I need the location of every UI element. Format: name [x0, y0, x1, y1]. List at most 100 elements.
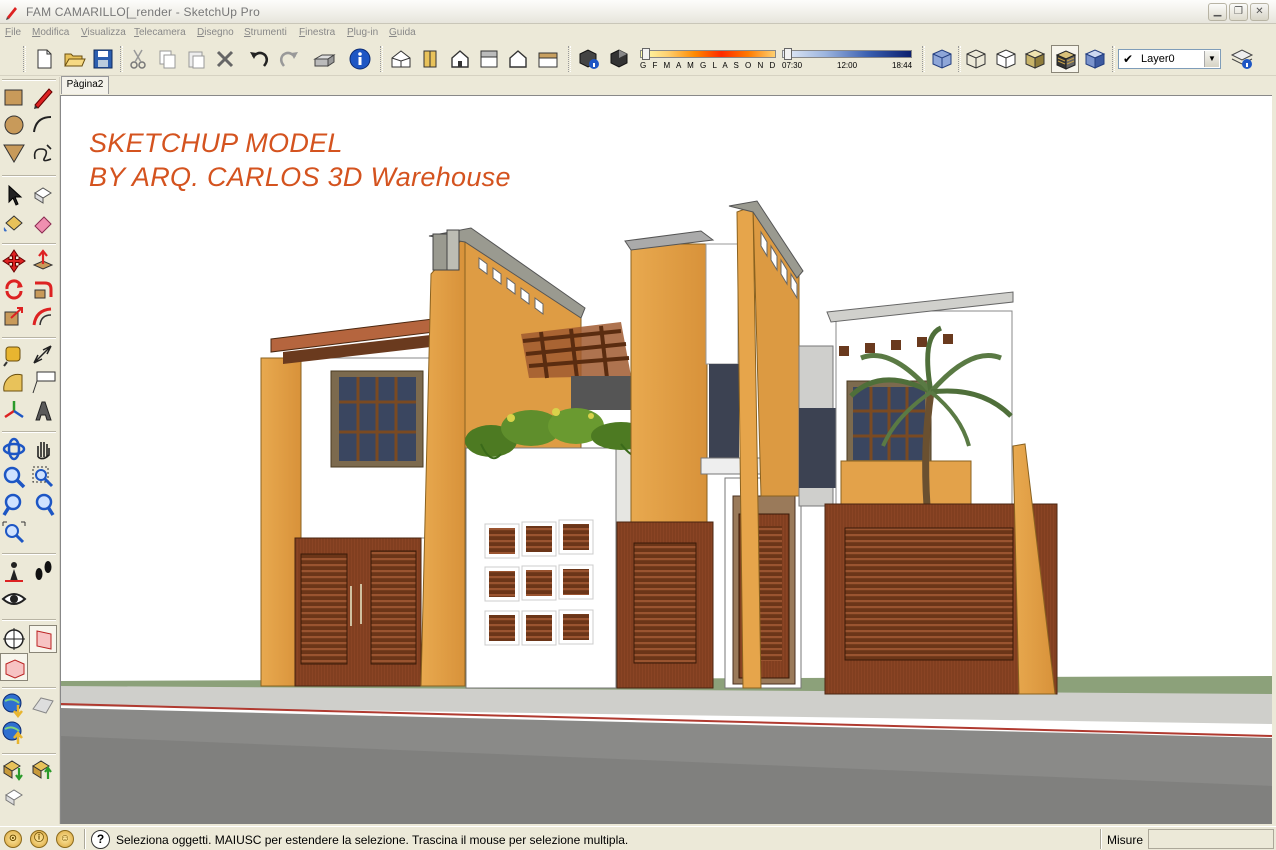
time-slider-thumb[interactable]	[784, 48, 792, 60]
toolbar-grip[interactable]	[380, 46, 383, 72]
save-button[interactable]	[89, 45, 117, 73]
scale-tool[interactable]	[0, 303, 28, 331]
delete-button[interactable]	[211, 45, 239, 73]
share-component-tool[interactable]	[0, 783, 28, 811]
geo-location-icon[interactable]: ⊙	[4, 830, 22, 848]
layer-select[interactable]: ✔ Layer0 ▼	[1118, 49, 1221, 69]
zoom-extents-tool[interactable]	[0, 519, 28, 547]
view-right-button[interactable]	[475, 45, 503, 73]
rotate-tool[interactable]	[0, 275, 28, 303]
menu-plugin[interactable]: Plug-in	[347, 27, 378, 38]
cut-button[interactable]	[124, 45, 152, 73]
shaded-textures-button[interactable]	[1051, 45, 1079, 73]
offset-tool[interactable]	[29, 303, 57, 331]
menu-telecamera[interactable]: Telecamera	[134, 27, 186, 38]
date-slider-thumb[interactable]	[642, 48, 650, 60]
section-plane-tool[interactable]	[0, 625, 28, 653]
shaded-button[interactable]	[1021, 45, 1049, 73]
zoom-window-tool[interactable]	[29, 463, 57, 491]
maximize-button[interactable]: ❐	[1229, 3, 1248, 21]
front-view-icon	[451, 50, 469, 68]
view-top-button[interactable]	[416, 45, 444, 73]
rectangle-tool[interactable]	[0, 83, 28, 111]
chevron-down-icon[interactable]: ▼	[1204, 51, 1219, 67]
tape-measure-tool[interactable]	[0, 341, 28, 369]
paint-bucket-tool[interactable]	[0, 209, 28, 237]
menu-file[interactable]: File	[5, 27, 21, 38]
view-back-button[interactable]	[504, 45, 532, 73]
shadow-settings-button[interactable]	[575, 45, 603, 73]
print-button[interactable]	[310, 45, 338, 73]
place-model-tool[interactable]	[0, 719, 28, 747]
toolbar-grip[interactable]	[23, 46, 26, 72]
toolbar-grip[interactable]	[568, 46, 571, 72]
push-pull-tool[interactable]	[29, 247, 57, 275]
open-file-button[interactable]	[60, 45, 88, 73]
minimize-button[interactable]: ▁	[1208, 3, 1227, 21]
orbit-tool[interactable]	[0, 435, 28, 463]
previous-view-tool[interactable]	[0, 491, 28, 519]
time-slider-track[interactable]	[782, 50, 912, 58]
line-tool[interactable]	[29, 83, 57, 111]
menu-guida[interactable]: Guida	[389, 27, 416, 38]
close-button[interactable]: ✕	[1250, 3, 1269, 21]
follow-me-tool[interactable]	[29, 275, 57, 303]
menu-strumenti[interactable]: Strumenti	[244, 27, 287, 38]
freehand-tool[interactable]	[29, 139, 57, 167]
share-model-tool[interactable]	[29, 755, 57, 783]
menu-finestra[interactable]: Finestra	[299, 27, 335, 38]
arc-tool[interactable]	[29, 111, 57, 139]
user-icon[interactable]: ☺	[56, 830, 74, 848]
select-tool[interactable]	[0, 181, 28, 209]
wireframe-button[interactable]	[962, 45, 990, 73]
shadow-time-slider[interactable]: 07:30 12:00 18:44	[782, 48, 914, 70]
text-tool[interactable]	[29, 369, 57, 397]
next-view-tool[interactable]	[29, 491, 57, 519]
polygon-tool[interactable]	[0, 139, 28, 167]
measurements-input[interactable]	[1148, 829, 1274, 849]
get-models-tool[interactable]	[0, 755, 28, 783]
move-tool[interactable]	[0, 247, 28, 275]
paste-button[interactable]	[182, 45, 210, 73]
axes-tool[interactable]	[0, 397, 28, 425]
toolbar-grip[interactable]	[1112, 46, 1115, 72]
undo-button[interactable]	[245, 45, 273, 73]
protractor-tool[interactable]	[0, 369, 28, 397]
model-info-button[interactable]	[346, 45, 374, 73]
3d-text-tool[interactable]	[29, 397, 57, 425]
make-component-tool[interactable]	[29, 181, 57, 209]
walk-tool[interactable]	[29, 557, 57, 585]
layer-manager-button[interactable]	[1228, 45, 1256, 73]
menu-modifica[interactable]: Modifica	[32, 27, 69, 38]
hidden-line-button[interactable]	[992, 45, 1020, 73]
display-section-cuts-tool[interactable]	[0, 653, 28, 681]
shadow-date-slider[interactable]: G F M A M G L A S O N D	[640, 48, 778, 70]
drawing-viewport[interactable]: SKETCHUP MODEL BY ARQ. CARLOS 3D Warehou…	[60, 95, 1272, 824]
menu-visualizza[interactable]: Visualizza	[81, 27, 126, 38]
dimension-tool[interactable]	[29, 341, 57, 369]
help-icon[interactable]: ?	[91, 830, 110, 849]
scene-tab[interactable]: Pàgina2	[61, 76, 109, 94]
view-left-button[interactable]	[534, 45, 562, 73]
view-front-button[interactable]	[446, 45, 474, 73]
look-around-tool[interactable]	[0, 585, 28, 613]
new-file-button[interactable]	[30, 45, 58, 73]
date-slider-track[interactable]	[640, 50, 776, 58]
menu-disegno[interactable]: Disegno	[197, 27, 234, 38]
xray-button[interactable]	[928, 45, 956, 73]
monochrome-button[interactable]	[1081, 45, 1109, 73]
redo-button[interactable]	[275, 45, 303, 73]
display-shadows-button[interactable]	[605, 45, 633, 73]
copy-button[interactable]	[153, 45, 181, 73]
get-current-view-tool[interactable]	[0, 691, 28, 719]
credits-icon[interactable]: ⓘ	[30, 830, 48, 848]
zoom-tool[interactable]	[0, 463, 28, 491]
pan-tool[interactable]	[29, 435, 57, 463]
view-iso-button[interactable]	[387, 45, 415, 73]
toggle-terrain-tool[interactable]	[29, 691, 57, 719]
circle-tool[interactable]	[0, 111, 28, 139]
toolbar-grip[interactable]	[922, 46, 925, 72]
eraser-tool[interactable]	[29, 209, 57, 237]
display-section-planes-tool[interactable]	[29, 625, 57, 653]
position-camera-tool[interactable]	[0, 557, 28, 585]
